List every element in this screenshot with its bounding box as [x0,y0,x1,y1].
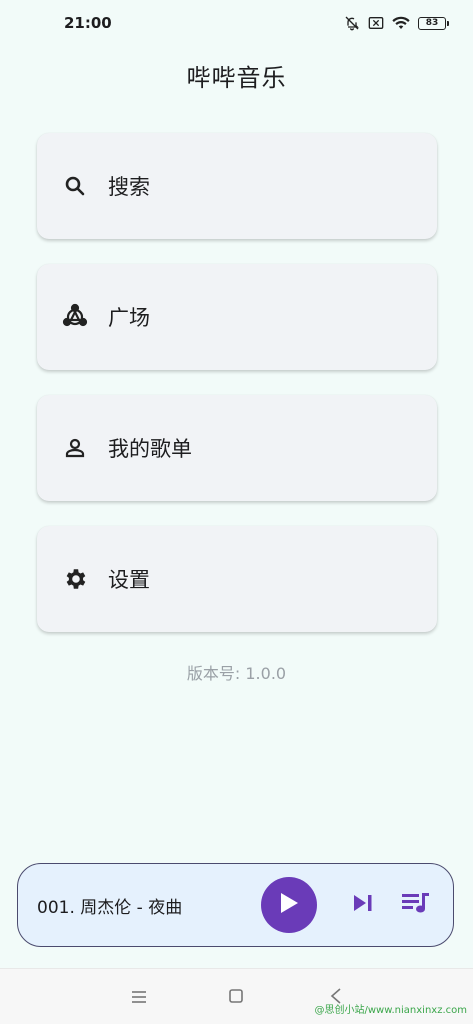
menu-nav-button[interactable] [128,987,150,1009]
menu-item-square[interactable]: 广场 [37,264,437,370]
menu-item-settings[interactable]: 设置 [37,526,437,632]
home-nav-button[interactable] [225,987,247,1009]
menu-item-label: 搜索 [108,175,150,199]
track-title: 001. 周杰伦 - 夜曲 [37,897,183,918]
system-nav-bar: @思创小站/www.nianxinxz.com [0,968,473,1024]
play-icon [278,891,300,919]
status-icons: 83 [344,15,449,31]
next-track-button[interactable] [348,890,378,920]
square-icon [228,988,244,1008]
menu-item-label: 我的歌单 [108,437,192,461]
watermark: @思创小站/www.nianxinxz.com [314,1005,468,1016]
skip-next-icon [352,893,374,917]
bell-off-icon [344,15,360,31]
menu-item-my-playlists[interactable]: 我的歌单 [37,395,437,501]
search-icon [61,172,89,200]
hamburger-icon [131,989,147,1008]
gear-icon [61,565,89,593]
page-title: 哔哔音乐 [186,64,287,92]
menu-item-label: 设置 [108,568,150,592]
battery-icon: 83 [418,16,449,30]
status-bar: 21:00 83 [0,0,473,46]
app-screen: 21:00 83 哔哔音乐 搜索 广场 我的歌单 设置 版本号: 1.0.0 0… [0,0,473,1024]
wifi-icon [392,16,410,30]
playlist-queue-button[interactable] [401,890,431,920]
menu-item-label: 广场 [108,306,150,330]
queue-music-icon [401,891,431,919]
main-menu: 搜索 广场 我的歌单 设置 [37,133,437,657]
menu-item-search[interactable]: 搜索 [37,133,437,239]
person-icon [61,434,89,462]
status-time: 21:00 [64,14,112,32]
play-button[interactable] [261,877,317,933]
community-icon [61,303,89,331]
mini-player[interactable]: 001. 周杰伦 - 夜曲 [17,863,454,947]
version-label: 版本号: 1.0.0 [186,664,287,683]
sim-x-icon [368,16,384,30]
